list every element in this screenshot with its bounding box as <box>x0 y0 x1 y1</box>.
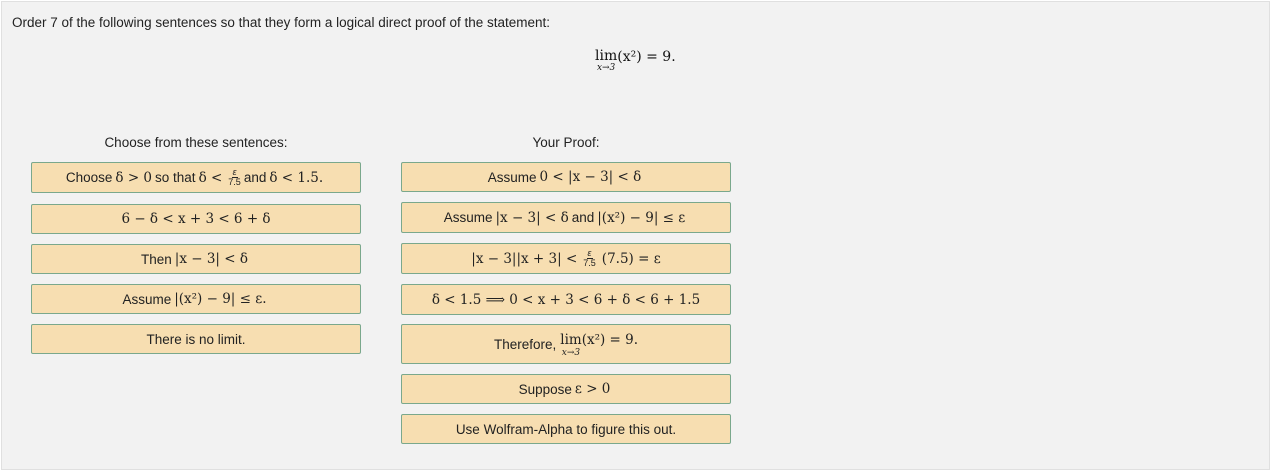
proof-card-delta-implication[interactable]: δ < 1.5 ⟹ 0 < x + 3 < 6 + δ < 6 + 1.5 <box>401 284 731 315</box>
proof-card-assume-delta[interactable]: Assume 0 < |x − 3| < δ <box>401 162 731 192</box>
proof-card-product-bound[interactable]: |x − 3||x + 3| < ε 7.5 (7.5) = ε <box>401 243 731 274</box>
statement-formula: lim x→3 (x²) = 9. <box>595 49 676 73</box>
limit-operator: lim x→3 <box>560 332 582 358</box>
proof-card-suppose-epsilon[interactable]: Suppose ε > 0 <box>401 374 731 404</box>
limit-operator: lim x→3 <box>595 48 618 73</box>
choice-card-then-bound[interactable]: Then |x − 3| < δ <box>31 244 361 274</box>
fraction: ε 7.5 <box>583 248 596 268</box>
choice-card-no-limit[interactable]: There is no limit. <box>31 324 361 354</box>
proof-card-wolfram[interactable]: Use Wolfram-Alpha to figure this out. <box>401 414 731 444</box>
fraction: ε 7.5 <box>228 167 241 187</box>
proof-card-therefore-limit[interactable]: Therefore, lim x→3 (x²) = 9. <box>401 324 731 364</box>
question-panel: Order 7 of the following sentences so th… <box>1 1 1270 470</box>
proof-card-assume-both[interactable]: Assume |x − 3| < δ and |(x²) − 9| ≤ ε <box>401 202 731 233</box>
choice-card-inequality-chain[interactable]: 6 − δ < x + 3 < 6 + δ <box>31 204 361 234</box>
question-prompt: Order 7 of the following sentences so th… <box>12 15 551 30</box>
statement-expression: (x²) = 9. <box>617 49 676 65</box>
choice-card-assume-epsilon[interactable]: Assume |(x²) − 9| ≤ ε. <box>31 284 361 314</box>
proof-header: Your Proof: <box>532 135 600 150</box>
choice-card-choose-delta[interactable]: Choose δ > 0 so that δ < ε 7.5 and δ < 1… <box>31 162 361 193</box>
choices-header: Choose from these sentences: <box>104 135 288 150</box>
